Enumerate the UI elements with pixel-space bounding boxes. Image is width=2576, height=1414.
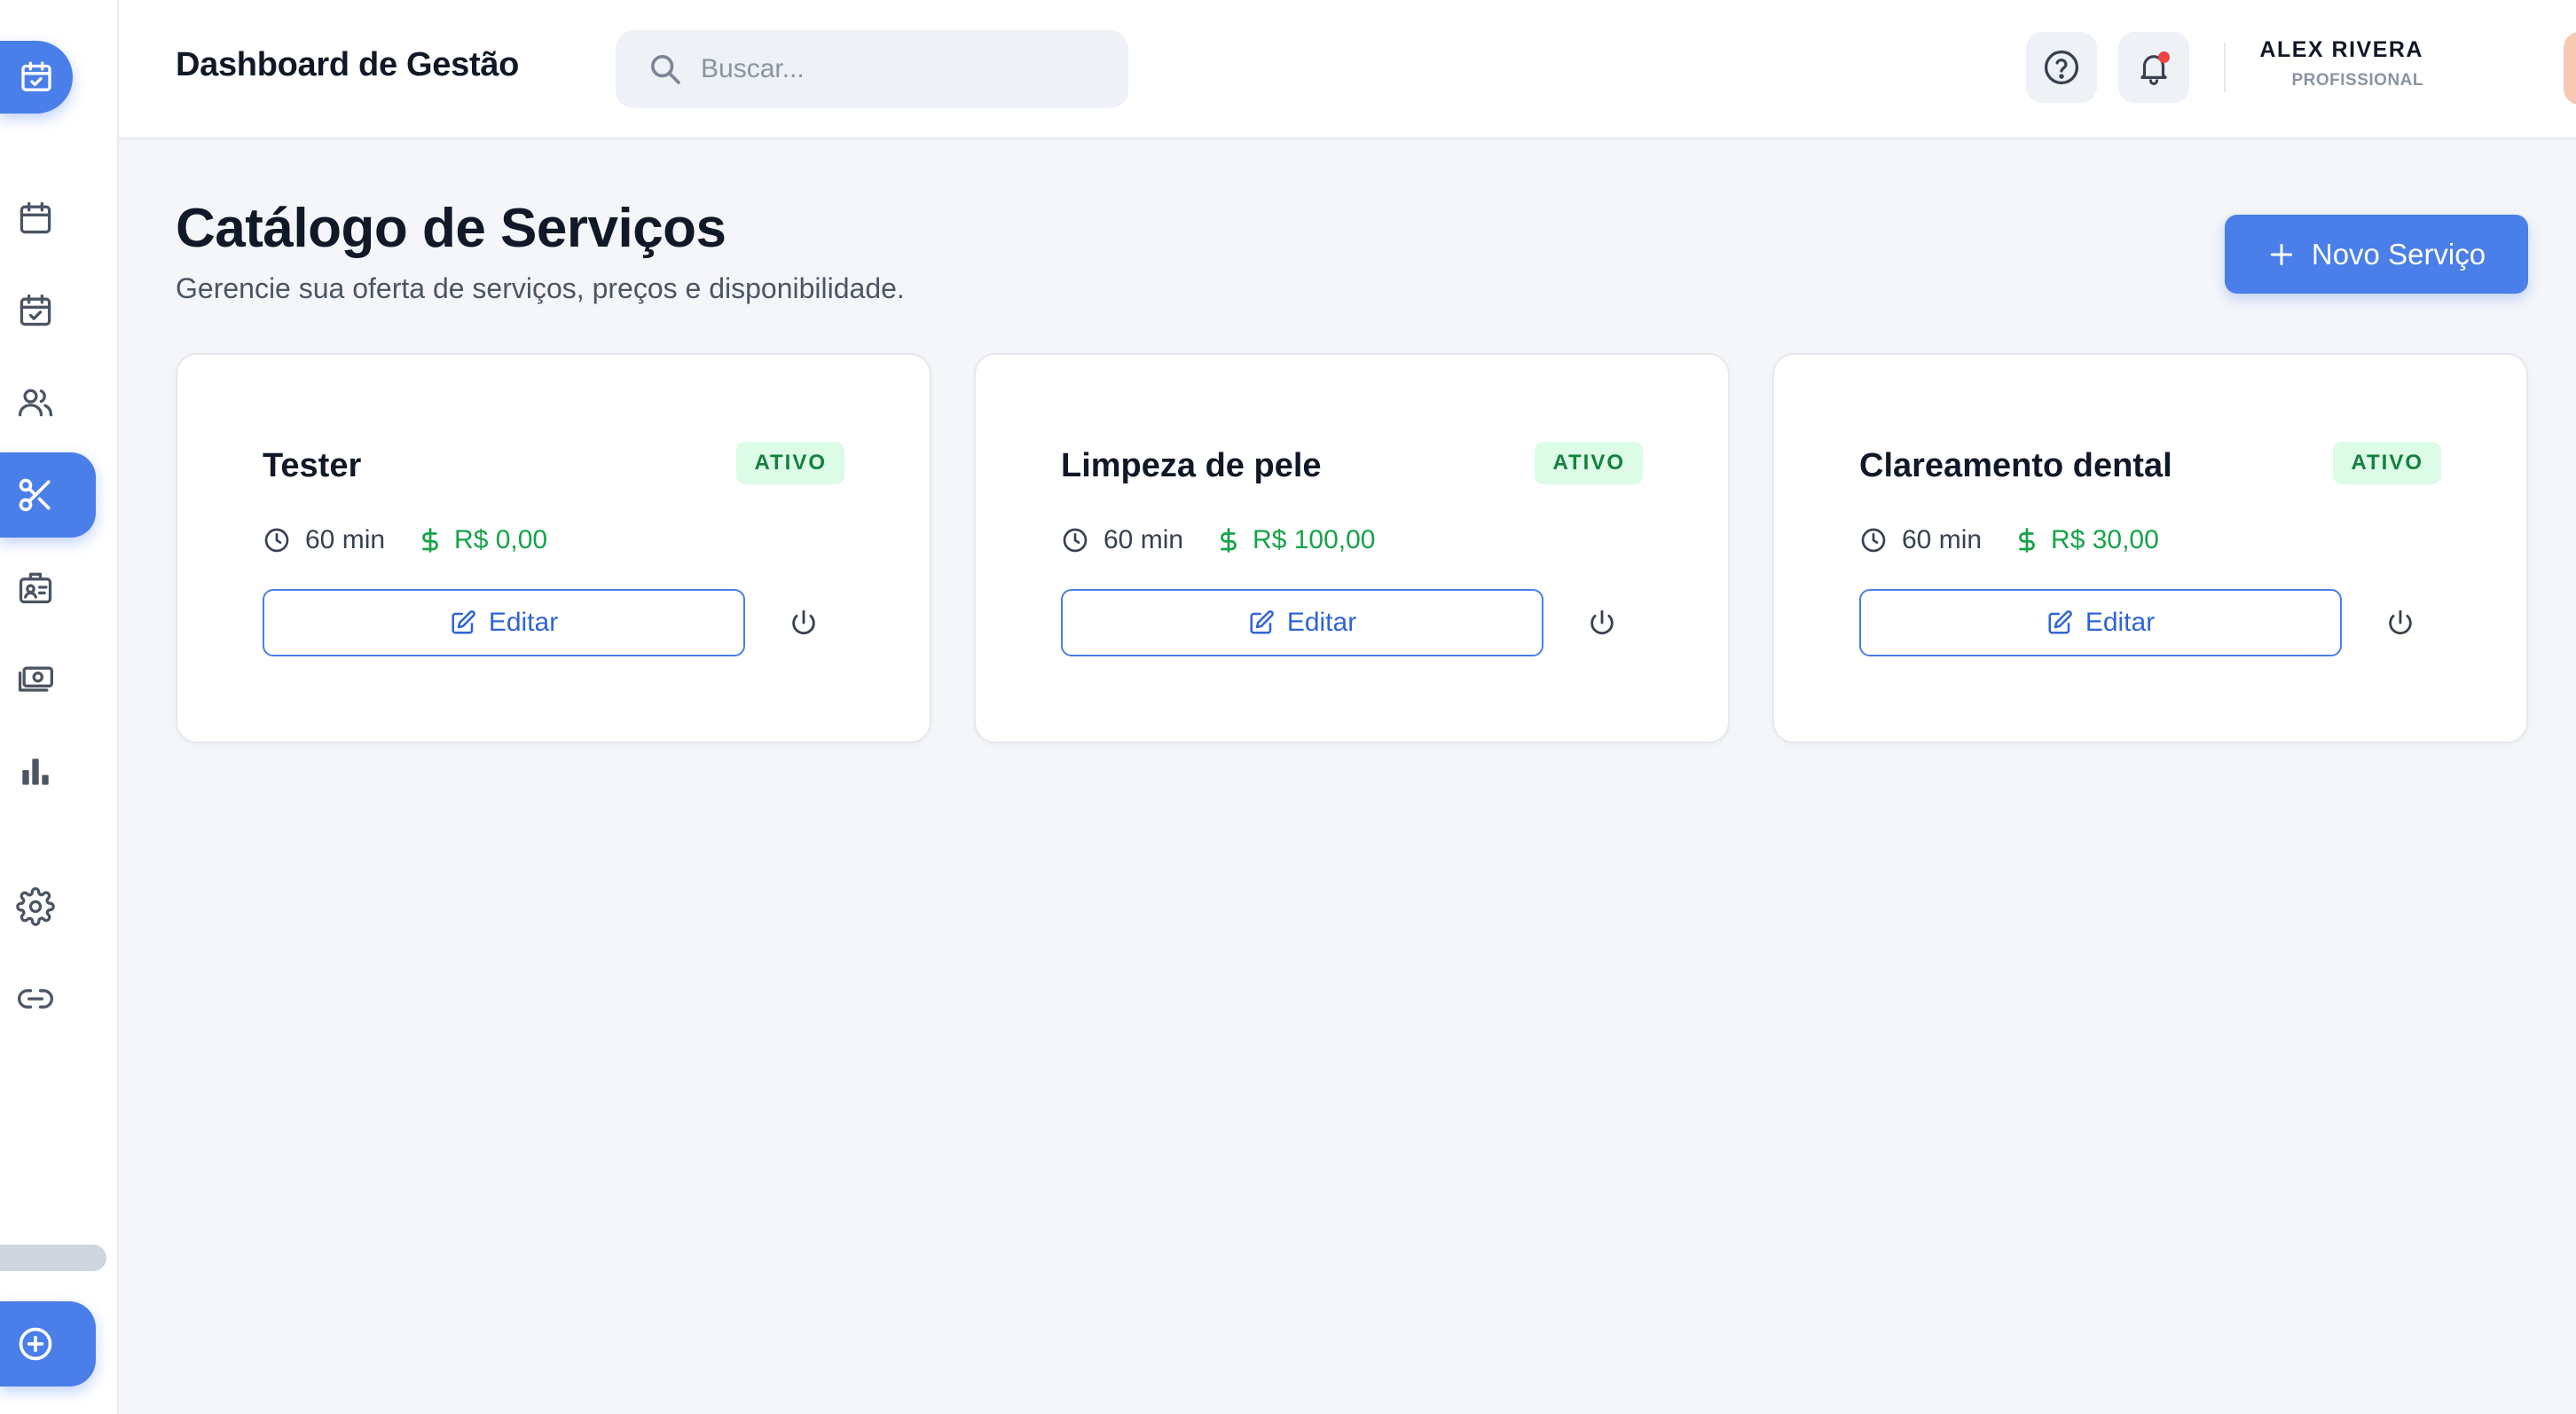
- service-duration: 60 min: [305, 525, 386, 554]
- service-duration: 60 min: [1902, 525, 1983, 554]
- edit-label: Editar: [1286, 608, 1357, 637]
- avatar[interactable]: [2564, 32, 2576, 105]
- sidebar-item-finance[interactable]: [0, 637, 96, 722]
- service-meta: 60 min R$ 0,00: [263, 525, 547, 555]
- edit-icon: [2048, 610, 2072, 634]
- dollar-icon: [1221, 528, 1237, 553]
- edit-icon: [452, 610, 475, 634]
- plus-circle-icon: [19, 1327, 52, 1361]
- calendar-check-icon: [20, 294, 51, 326]
- service-price: R$ 30,00: [2051, 525, 2159, 554]
- bar-chart-icon: [22, 758, 49, 785]
- money-icon: [18, 666, 53, 692]
- status-badge: ATIVO: [1535, 442, 1643, 484]
- top-header: Dashboard de Gestão ALEX RIVERA PROFISSI…: [119, 0, 2576, 139]
- service-price: R$ 0,00: [454, 525, 548, 554]
- gear-icon: [16, 887, 55, 926]
- service-name: Tester: [263, 447, 362, 484]
- sidebar-item-links[interactable]: [0, 956, 96, 1041]
- calendar-icon: [20, 201, 51, 234]
- sidebar-scrollbar[interactable]: [0, 1245, 106, 1271]
- link-icon: [18, 989, 53, 1009]
- clock-icon: [1063, 528, 1088, 553]
- sidebar-item-calendar[interactable]: [0, 176, 96, 261]
- clock-icon: [1861, 528, 1886, 553]
- service-cards: Tester ATIVO 60 min R$ 0,00 Editar Limpe…: [176, 353, 2528, 743]
- search-icon: [651, 55, 680, 84]
- edit-service-button[interactable]: Editar: [1061, 589, 1543, 656]
- sidebar-item-reports[interactable]: [0, 729, 96, 814]
- edit-label: Editar: [488, 608, 559, 637]
- service-meta: 60 min R$ 100,00: [1061, 525, 1376, 555]
- new-service-label: Novo Serviço: [2311, 237, 2486, 271]
- quick-add-button[interactable]: [0, 1301, 96, 1387]
- service-duration: 60 min: [1103, 525, 1184, 554]
- calendar-check-icon: [21, 61, 51, 91]
- edit-service-button[interactable]: Editar: [1859, 589, 2342, 656]
- page-title: Catálogo de Serviços: [176, 198, 726, 259]
- clock-icon: [264, 528, 289, 553]
- plus-icon: [2270, 243, 2293, 265]
- dollar-icon: [2019, 528, 2035, 553]
- sidebar-item-settings[interactable]: [0, 864, 96, 949]
- help-button[interactable]: [2026, 32, 2097, 103]
- sidebar: [0, 0, 119, 1414]
- app-root: Dashboard de Gestão ALEX RIVERA PROFISSI…: [0, 0, 2576, 1414]
- service-card: Limpeza de pele ATIVO 60 min R$ 100,00 E…: [974, 353, 1730, 743]
- power-icon: [2389, 609, 2412, 635]
- search-box[interactable]: [616, 30, 1128, 108]
- help-icon: [2044, 50, 2079, 85]
- sidebar-item-clients[interactable]: [0, 360, 96, 445]
- dollar-icon: [422, 528, 438, 553]
- status-badge: ATIVO: [2333, 442, 2441, 484]
- power-icon: [792, 609, 815, 635]
- edit-service-button[interactable]: Editar: [263, 589, 745, 656]
- service-meta: 60 min R$ 30,00: [1859, 525, 2159, 555]
- user-role: PROFISSIONAL: [2291, 71, 2423, 90]
- sidebar-item-appointments[interactable]: [0, 268, 96, 353]
- service-price: R$ 100,00: [1253, 525, 1376, 554]
- user-name: ALEX RIVERA: [2259, 37, 2423, 62]
- scissors-icon: [19, 478, 51, 512]
- service-card: Clareamento dental ATIVO 60 min R$ 30,00…: [1772, 353, 2528, 743]
- header-title: Dashboard de Gestão: [176, 46, 520, 83]
- service-name: Clareamento dental: [1859, 447, 2172, 484]
- sidebar-item-services[interactable]: [0, 452, 96, 538]
- sidebar-item-professionals[interactable]: [0, 545, 96, 630]
- status-badge: ATIVO: [736, 442, 844, 484]
- toggle-power-button[interactable]: [1581, 601, 1623, 644]
- header-divider: [2224, 43, 2226, 92]
- service-card: Tester ATIVO 60 min R$ 0,00 Editar: [176, 353, 931, 743]
- toggle-power-button[interactable]: [2379, 601, 2422, 644]
- id-badge-icon: [19, 572, 52, 604]
- new-service-button[interactable]: Novo Serviço: [2225, 215, 2528, 294]
- power-icon: [1590, 609, 1614, 635]
- app-logo-button[interactable]: [0, 41, 73, 114]
- toggle-power-button[interactable]: [782, 601, 825, 644]
- users-icon: [18, 389, 53, 417]
- service-name: Limpeza de pele: [1061, 447, 1322, 484]
- notifications-button[interactable]: [2118, 32, 2189, 103]
- edit-label: Editar: [2085, 608, 2156, 637]
- edit-icon: [1250, 610, 1274, 634]
- notification-dot: [2158, 51, 2170, 63]
- search-input[interactable]: [701, 54, 1091, 84]
- page-subtitle: Gerencie sua oferta de serviços, preços …: [176, 272, 905, 304]
